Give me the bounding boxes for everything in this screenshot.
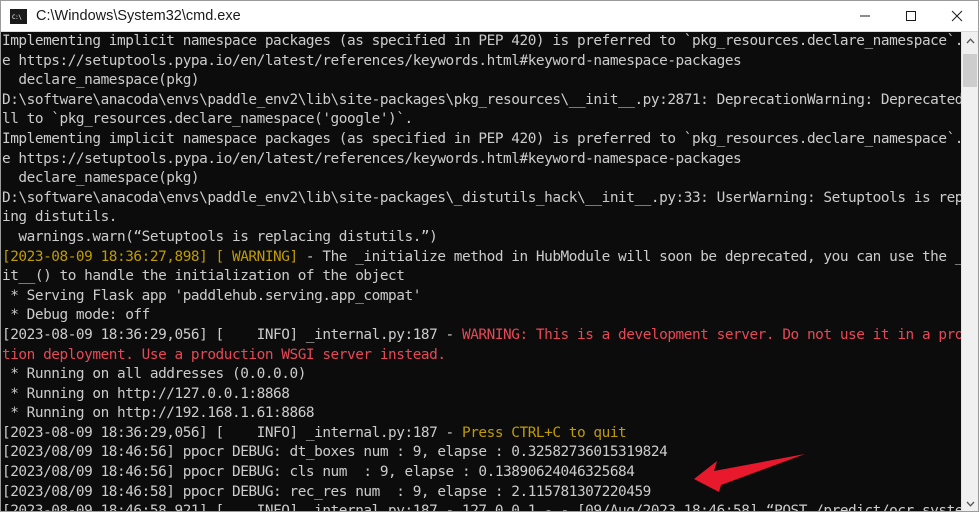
console-line: [2023-08-09 18:36:29,056] [ INFO] _inter… <box>2 424 963 444</box>
cmd-icon: C:\ <box>10 8 27 24</box>
cmd-icon-prompt: C:\ <box>11 12 26 23</box>
close-icon <box>951 10 963 22</box>
console-line: [2023-08-09 18:36:27,898] [ WARNING] - T… <box>2 248 963 268</box>
console-line: [2023-08-09 18:46:58,921] [ INFO] _inter… <box>2 502 963 512</box>
console-line: e https://setuptools.pypa.io/en/latest/r… <box>2 150 963 170</box>
console-line: declare_namespace(pkg) <box>2 71 963 91</box>
console-text-segment: e https://setuptools.pypa.io/en/latest/r… <box>2 52 742 69</box>
console-line: D:\software\anacoda\envs\paddle_env2\lib… <box>2 189 963 209</box>
maximize-icon <box>906 11 916 21</box>
chevron-down-icon <box>966 501 974 507</box>
console-line: ll to `pkg_resources.declare_namespace('… <box>2 110 963 130</box>
console-text-segment: [2023-08-09 18:36:29,056] [ INFO] _inter… <box>2 424 462 441</box>
console-text-segment: it__() to handle the initialization of t… <box>2 268 405 285</box>
chevron-up-icon <box>966 37 974 43</box>
maximize-button[interactable] <box>888 1 934 31</box>
console-line: * Running on http://192.168.1.61:8868 <box>2 404 963 424</box>
console-text-segment: tion deployment. Use a production WSGI s… <box>2 346 446 363</box>
cmd-window: C:\ C:\Windows\System32\cmd.exe Implemen… <box>0 0 979 512</box>
console-line: warnings.warn(“Setuptools is replacing d… <box>2 228 963 248</box>
console-text-segment: [2023/08/09 18:46:56] ppocr DEBUG: dt_bo… <box>2 444 668 461</box>
console-line: declare_namespace(pkg) <box>2 169 963 189</box>
scrollbar-up-button[interactable] <box>962 32 978 49</box>
console-scrollbar[interactable] <box>961 32 978 511</box>
console-text-segment: ing distutils. <box>2 209 117 226</box>
console-line: [2023/08/09 18:46:58] ppocr DEBUG: rec_r… <box>2 483 963 503</box>
console-output[interactable]: Implementing implicit namespace packages… <box>1 32 963 512</box>
console-text-segment: ll to `pkg_resources.declare_namespace('… <box>2 111 413 128</box>
console-line: ing distutils. <box>2 208 963 228</box>
console-line: * Serving Flask app 'paddlehub.serving.a… <box>2 287 963 307</box>
console-text-segment: [2023-08-09 18:46:58,921] [ INFO] _inter… <box>2 503 963 512</box>
console-line: * Debug mode: off <box>2 306 963 326</box>
console-line: Implementing implicit namespace packages… <box>2 130 963 150</box>
console-line: [2023/08/09 18:46:56] ppocr DEBUG: cls n… <box>2 463 963 483</box>
console-line: [2023-08-09 18:36:29,056] [ INFO] _inter… <box>2 326 963 346</box>
console-text-segment: * Debug mode: off <box>2 307 150 324</box>
console-text-segment: [2023/08/09 18:46:58] ppocr DEBUG: rec_r… <box>2 483 651 500</box>
console-text-segment: warnings.warn(“Setuptools is replacing d… <box>2 228 438 245</box>
console-text-segment: - The _initialize method in HubModule wi… <box>305 248 963 265</box>
console-line: tion deployment. Use a production WSGI s… <box>2 346 963 366</box>
console-line: D:\software\anacoda\envs\paddle_env2\lib… <box>2 91 963 111</box>
console-text-segment: * Serving Flask app 'paddlehub.serving.a… <box>2 287 421 304</box>
scrollbar-thumb[interactable] <box>963 54 977 87</box>
close-button[interactable] <box>934 1 978 31</box>
console-text-segment: Implementing implicit namespace packages… <box>2 130 963 147</box>
console-line: [2023/08/09 18:46:56] ppocr DEBUG: dt_bo… <box>2 443 963 463</box>
console-line: * Running on http://127.0.0.1:8868 <box>2 385 963 405</box>
minimize-icon <box>860 15 870 17</box>
console-text-segment: D:\software\anacoda\envs\paddle_env2\lib… <box>2 189 963 206</box>
console-text-segment: declare_namespace(pkg) <box>2 170 200 187</box>
console-text-segment: * Running on all addresses (0.0.0.0) <box>2 366 306 383</box>
console-text-segment: Press CTRL+C to quit <box>461 424 627 441</box>
console-text-segment: declare_namespace(pkg) <box>2 72 200 89</box>
console-text-segment: * Running on http://127.0.0.1:8868 <box>2 385 290 402</box>
console-text-segment: * Running on http://192.168.1.61:8868 <box>2 405 315 422</box>
console-text-segment: [2023-08-09 18:36:29,056] [ INFO] _inter… <box>2 326 462 343</box>
console-text-segment: [2023/08/09 18:46:56] ppocr DEBUG: cls n… <box>2 464 635 481</box>
console-line: Implementing implicit namespace packages… <box>2 32 963 52</box>
title-bar: C:\ C:\Windows\System32\cmd.exe <box>1 1 978 32</box>
minimize-button[interactable] <box>842 1 888 31</box>
console-text-segment: Implementing implicit namespace packages… <box>2 33 963 49</box>
console-line: e https://setuptools.pypa.io/en/latest/r… <box>2 52 963 72</box>
window-title: C:\Windows\System32\cmd.exe <box>36 8 241 24</box>
console-text-segment: WARNING: This is a development server. D… <box>461 326 963 343</box>
console-line: * Running on all addresses (0.0.0.0) <box>2 365 963 385</box>
console-text-segment: D:\software\anacoda\envs\paddle_env2\lib… <box>2 91 963 108</box>
scrollbar-down-button[interactable] <box>962 495 978 511</box>
console-text-segment: e https://setuptools.pypa.io/en/latest/r… <box>2 150 742 167</box>
console-text-segment: [2023-08-09 18:36:27,898] [ WARNING] <box>2 248 306 265</box>
console-line: it__() to handle the initialization of t… <box>2 267 963 287</box>
